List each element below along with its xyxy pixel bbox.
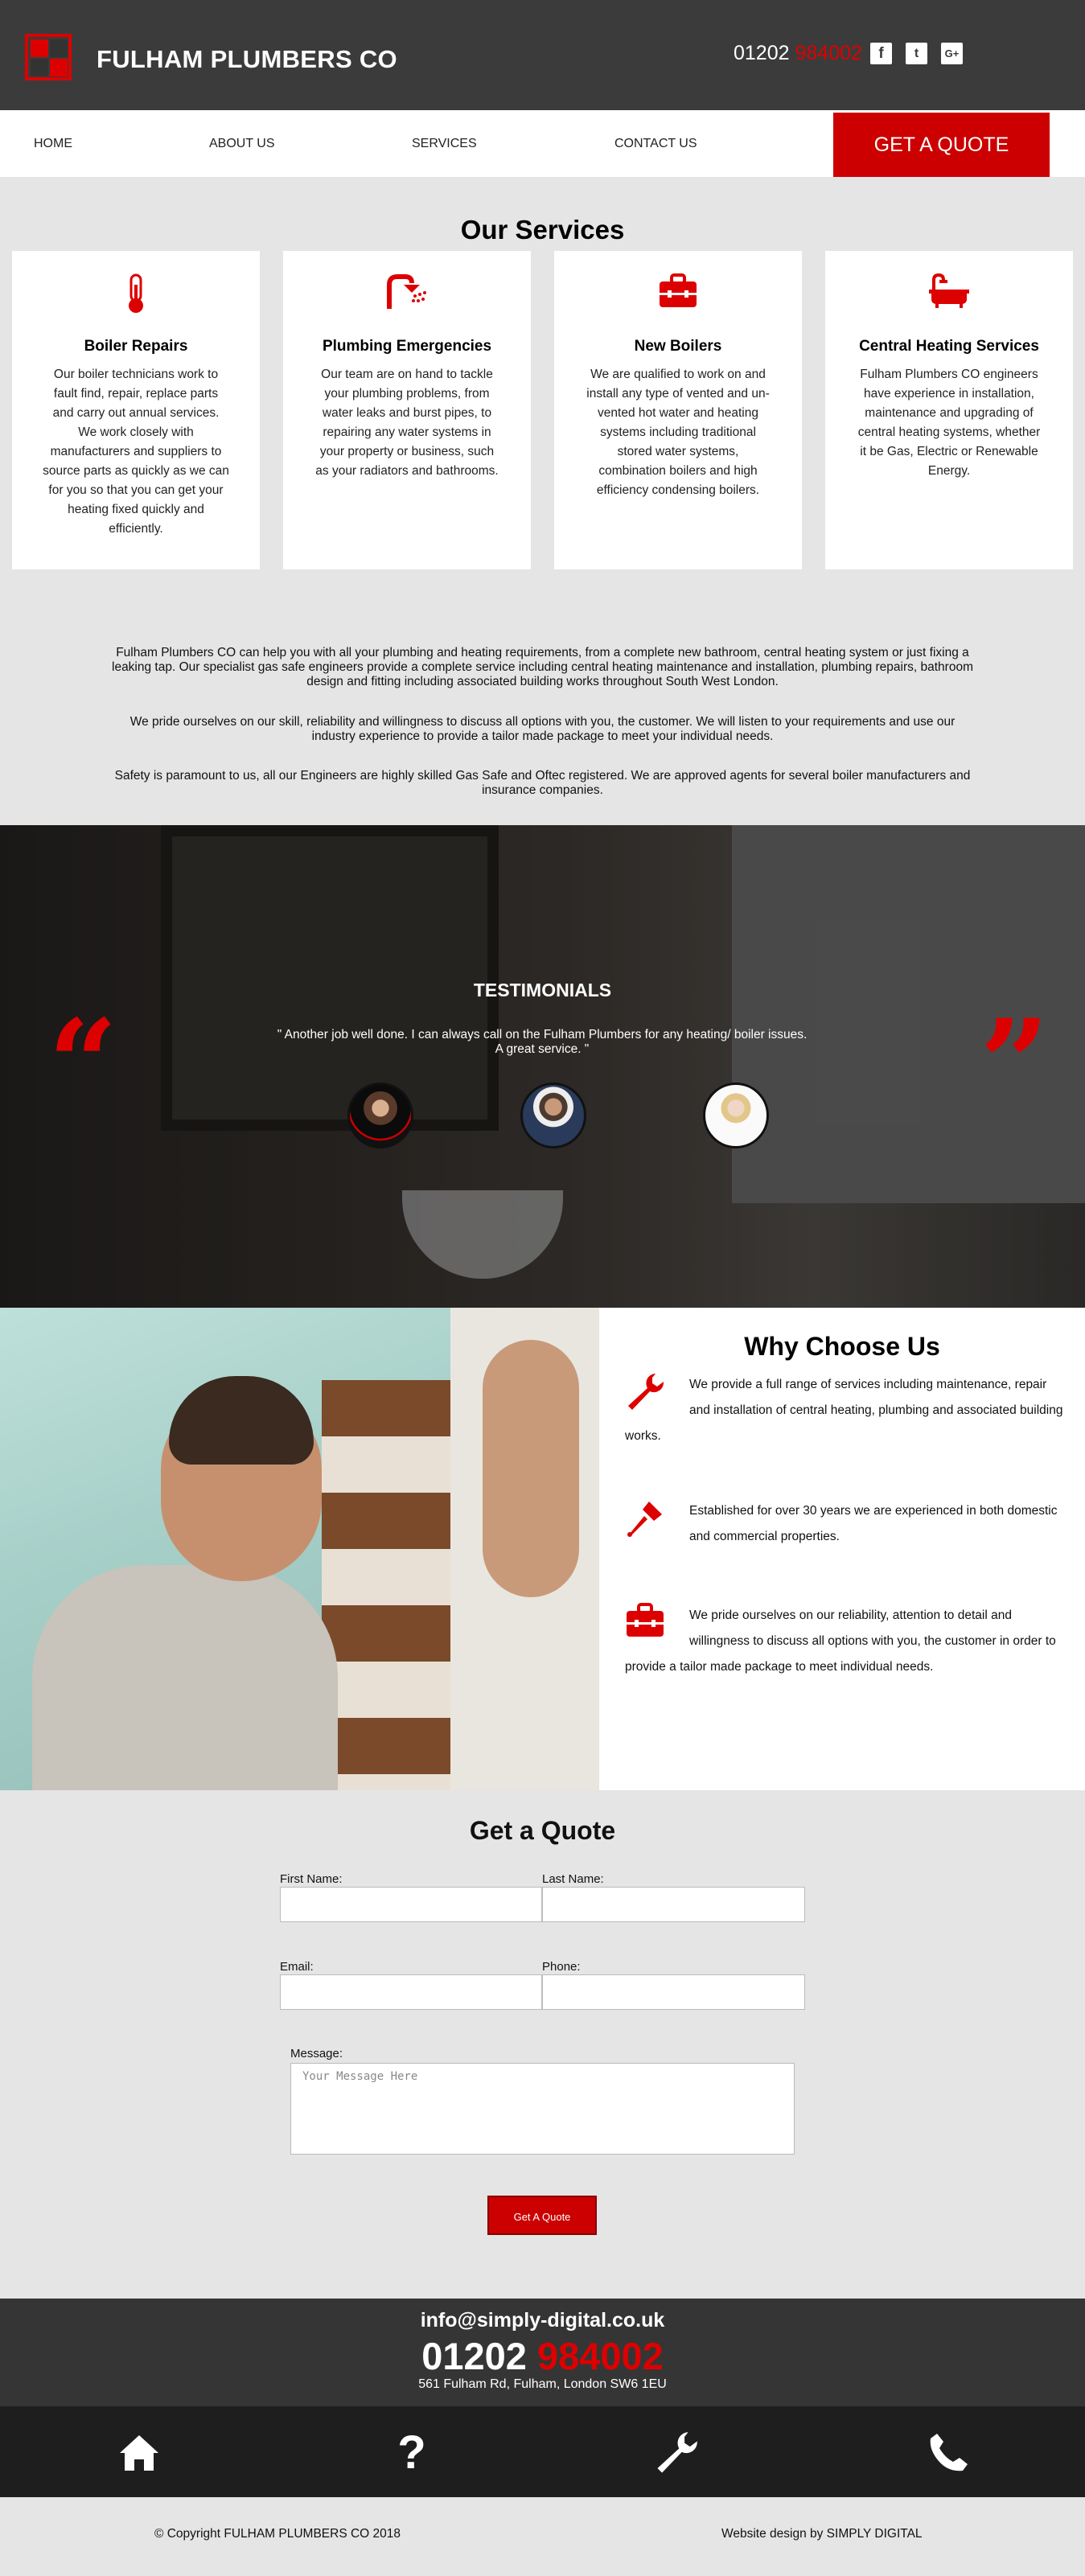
site-header: FULHAM PLUMBERS CO 01202 984002 f t G+ (0, 0, 1085, 110)
intro-paragraph: We pride ourselves on our skill, reliabi… (129, 715, 956, 743)
service-text: Our team are on hand to tackle your plum… (315, 368, 499, 478)
first-name-input[interactable] (280, 1887, 542, 1922)
email-label: Email: (280, 1960, 314, 1974)
why-item: We provide a full range of services incl… (625, 1372, 1063, 1449)
header-phone[interactable]: 01202 984002 (734, 42, 862, 65)
header-phone-prefix: 01202 (734, 42, 790, 64)
service-text: Our boiler technicians work to fault fin… (43, 368, 229, 536)
shower-icon (283, 273, 531, 314)
services-title: Our Services (460, 215, 625, 244)
service-card-boiler-repairs: Boiler Repairs Our boiler technicians wo… (12, 251, 260, 569)
quote-form-title: Get a Quote (469, 1816, 616, 1845)
why-text: We provide a full range of services incl… (625, 1378, 1063, 1443)
logo-icon[interactable] (25, 34, 72, 80)
why-item: We pride ourselves on our reliability, a… (625, 1603, 1063, 1680)
close-quote-icon: ” (980, 993, 1050, 1135)
message-label: Message: (290, 2047, 343, 2060)
last-name-input[interactable] (542, 1887, 805, 1922)
message-textarea[interactable]: Your Message Here (290, 2063, 795, 2155)
service-title: Central Heating Services (859, 338, 1039, 355)
wrench-icon[interactable] (654, 2430, 699, 2475)
home-icon[interactable] (117, 2430, 162, 2475)
footer-contact: info@simply-digital.co.uk 01202 984002 5… (0, 2299, 1085, 2406)
wrench-icon (625, 1372, 665, 1412)
footer-address: 561 Fulham Rd, Fulham, London SW6 1EU (418, 2377, 667, 2391)
footer-phone-suffix: 984002 (536, 2335, 664, 2377)
email-field[interactable] (280, 1974, 542, 2010)
avatar[interactable] (520, 1083, 586, 1148)
nav-contact-us[interactable]: CONTACT US (614, 137, 697, 151)
why-choose-us-section: Why Choose Us We provide a full range of… (599, 1308, 1085, 1790)
toolbox-icon (554, 273, 802, 314)
facebook-icon[interactable]: f (870, 43, 892, 64)
testimonials-title: TESTIMONIALS (473, 980, 612, 1000)
intro-paragraph: Safety is paramount to us, all our Engin… (114, 769, 971, 797)
nav-services[interactable]: SERVICES (412, 137, 477, 151)
header-phone-suffix: 984002 (795, 42, 862, 64)
testimonial-quote: " Another job well done. I can always ca… (277, 1028, 808, 1056)
service-text: We are qualified to work on and install … (586, 368, 770, 497)
google-plus-icon[interactable]: G+ (941, 43, 963, 64)
why-text: We pride ourselves on our reliability, a… (625, 1608, 1056, 1674)
thermometer-icon (12, 273, 260, 314)
get-a-quote-button[interactable]: GET A QUOTE (833, 113, 1050, 177)
testimonials-section: TESTIMONIALS “ ” " Another job well done… (0, 825, 1085, 1308)
last-name-label: Last Name: (542, 1872, 604, 1886)
why-text: Established for over 30 years we are exp… (689, 1504, 1058, 1543)
service-card-new-boilers: New Boilers We are qualified to work on … (554, 251, 802, 569)
nav-about-us[interactable]: ABOUT US (209, 137, 275, 151)
plumber-photo (0, 1308, 599, 1790)
design-credit-link[interactable]: Website design by SIMPLY DIGITAL (721, 2527, 923, 2541)
footer-phone[interactable]: 01202 984002 (0, 2334, 1085, 2378)
service-card-central-heating: Central Heating Services Fulham Plumbers… (825, 251, 1073, 569)
intro-paragraph: Fulham Plumbers CO can help you with all… (112, 646, 973, 688)
phone-label: Phone: (542, 1960, 581, 1974)
question-icon[interactable]: ? (389, 2430, 434, 2476)
service-text: Fulham Plumbers CO engineers have experi… (857, 368, 1041, 478)
service-title: Boiler Repairs (84, 338, 188, 355)
service-title: Plumbing Emergencies (322, 338, 492, 355)
copyright-text: © Copyright FULHAM PLUMBERS CO 2018 (154, 2527, 401, 2541)
avatar[interactable] (703, 1083, 769, 1148)
phone-field[interactable] (542, 1974, 805, 2010)
avatar[interactable] (347, 1083, 413, 1148)
first-name-label: First Name: (280, 1872, 343, 1886)
twitter-icon[interactable]: t (906, 43, 927, 64)
phone-icon[interactable] (926, 2430, 971, 2475)
submit-quote-button[interactable]: Get A Quote (487, 2196, 597, 2235)
footer-phone-prefix: 01202 (421, 2335, 527, 2377)
why-title: Why Choose Us (744, 1332, 940, 1361)
service-card-plumbing-emergencies: Plumbing Emergencies Our team are on han… (283, 251, 531, 569)
service-title: New Boilers (634, 338, 722, 355)
toolbox-icon (625, 1603, 665, 1643)
nav-home[interactable]: HOME (34, 137, 72, 151)
screwdriver-icon (625, 1498, 665, 1539)
brand-name[interactable]: FULHAM PLUMBERS CO (97, 45, 397, 74)
open-quote-icon: “ (48, 993, 118, 1135)
footer-email[interactable]: info@simply-digital.co.uk (0, 2309, 1085, 2332)
footer-icon-bar: ? (0, 2406, 1085, 2497)
bathtub-icon (825, 273, 1073, 314)
why-item: Established for over 30 years we are exp… (625, 1498, 1063, 1550)
